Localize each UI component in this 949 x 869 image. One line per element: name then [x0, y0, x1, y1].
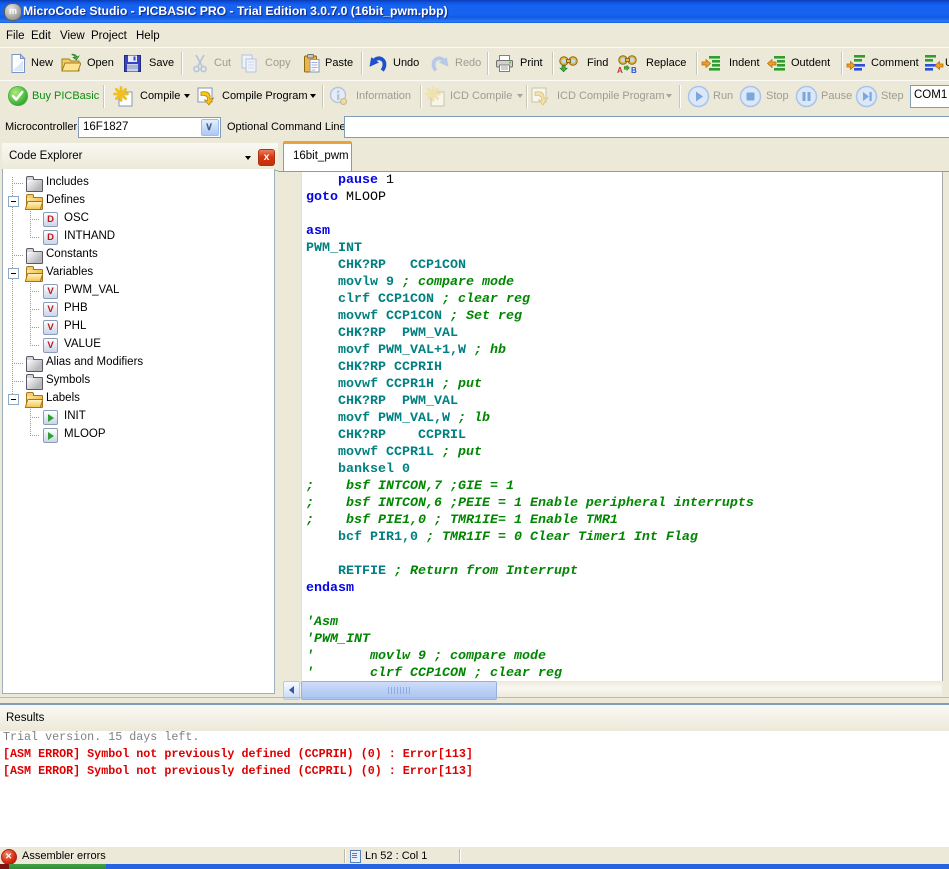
svg-text:A: A — [617, 66, 623, 74]
svg-text:B: B — [631, 66, 637, 74]
